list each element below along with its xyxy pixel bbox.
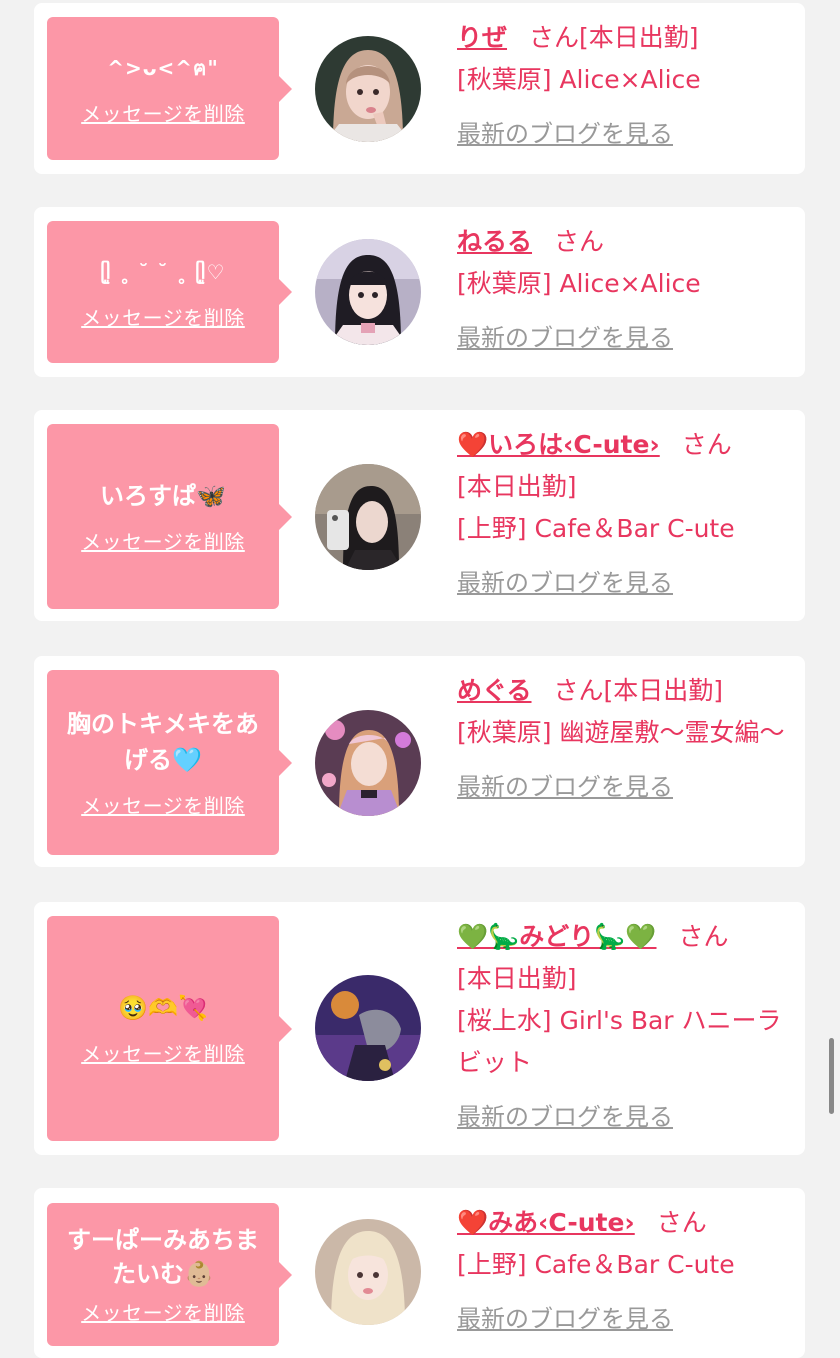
friend-name-link[interactable]: りぜ bbox=[457, 23, 507, 52]
friend-card: 胸のトキメキをあげる🩵 メッセージを削除 めぐる さん[本日出勤] [秋葉原] 幽… bbox=[34, 656, 805, 867]
work-status: [本日出勤] bbox=[603, 676, 724, 705]
avatar-photo bbox=[315, 710, 421, 816]
delete-message-link[interactable]: メッセージを削除 bbox=[81, 1297, 245, 1326]
message-bubble: いろすぱ🦋 メッセージを削除 bbox=[47, 424, 292, 609]
work-status: [本日出勤] bbox=[457, 964, 577, 993]
latest-blog-link[interactable]: 最新のブログを見る bbox=[457, 562, 673, 604]
san-label: さん bbox=[656, 1208, 707, 1237]
shop-name: [桜上水] Girl's Bar ハニーラビット bbox=[457, 1006, 782, 1077]
scrollbar[interactable] bbox=[829, 1038, 834, 1114]
shop-name: [秋葉原] Alice×Alice bbox=[457, 65, 701, 94]
friend-card: すーぱーみあちまたいむ👶🏼 メッセージを削除 ❤️みあ‹C-ute› さん [上野… bbox=[34, 1188, 805, 1358]
avatar[interactable] bbox=[315, 36, 421, 142]
friend-info: ねるる さん [秋葉原] Alice×Alice 最新のブログを見る bbox=[457, 221, 797, 359]
message-bubble: 🥹🫶💘 メッセージを削除 bbox=[47, 916, 292, 1141]
delete-message-link[interactable]: メッセージを削除 bbox=[81, 302, 245, 331]
avatar[interactable] bbox=[315, 239, 421, 345]
shop-name: [上野] Cafe＆Bar C-ute bbox=[457, 1250, 735, 1279]
san-label: さん bbox=[681, 430, 732, 459]
friend-info: めぐる さん[本日出勤] [秋葉原] 幽遊屋敷〜霊女編〜 最新のブログを見る bbox=[457, 670, 797, 808]
friend-card: 🥹🫶💘 メッセージを削除 💚🦕みどり🦕💚 さん [本日出勤] [桜上水] Girl… bbox=[34, 902, 805, 1155]
delete-message-link[interactable]: メッセージを削除 bbox=[81, 98, 245, 127]
latest-blog-link[interactable]: 最新のブログを見る bbox=[457, 1298, 673, 1340]
friend-name-link[interactable]: 💚🦕みどり🦕💚 bbox=[457, 922, 657, 951]
message-text: ᥫ͈ ˳ ˘ ˘ ˳ ᥫ͈♡ bbox=[100, 259, 226, 284]
shop-name: [秋葉原] Alice×Alice bbox=[457, 269, 701, 298]
latest-blog-link[interactable]: 最新のブログを見る bbox=[457, 1096, 673, 1138]
message-bubble: すーぱーみあちまたいむ👶🏼 メッセージを削除 bbox=[47, 1203, 292, 1346]
message-text: すーぱーみあちまたいむ👶🏼 bbox=[67, 1226, 259, 1288]
friend-info: ❤️みあ‹C-ute› さん [上野] Cafe＆Bar C-ute 最新のブログ… bbox=[457, 1202, 797, 1340]
delete-message-link[interactable]: メッセージを削除 bbox=[81, 526, 245, 555]
work-status: [本日出勤] bbox=[457, 472, 577, 501]
delete-message-link[interactable]: メッセージを削除 bbox=[81, 790, 245, 819]
shop-name: [上野] Cafe＆Bar C-ute bbox=[457, 514, 735, 543]
work-status: [本日出勤] bbox=[579, 23, 699, 52]
friend-info: ❤️いろは‹C-ute› さん [本日出勤] [上野] Cafe＆Bar C-ut… bbox=[457, 424, 797, 604]
friend-name-link[interactable]: めぐる bbox=[457, 676, 532, 705]
friend-name-link[interactable]: ねるる bbox=[457, 227, 532, 256]
friend-info: 💚🦕みどり🦕💚 さん [本日出勤] [桜上水] Girl's Bar ハニーラビッ… bbox=[457, 916, 797, 1138]
message-text: いろすぱ🦋 bbox=[100, 482, 226, 510]
san-label: さん bbox=[553, 676, 604, 705]
friend-name-link[interactable]: ❤️みあ‹C-ute› bbox=[457, 1208, 635, 1237]
avatar[interactable] bbox=[315, 1219, 421, 1325]
avatar-photo bbox=[315, 1219, 421, 1325]
avatar-photo bbox=[315, 464, 421, 570]
friend-info: りぜ さん[本日出勤] [秋葉原] Alice×Alice 最新のブログを見る bbox=[457, 17, 797, 155]
san-label: さん bbox=[554, 227, 605, 256]
friend-card: ^>ᴗ<^ฅ" メッセージを削除 りぜ さん[本日出勤] [秋葉原] Alice×… bbox=[34, 3, 805, 174]
avatar-photo bbox=[315, 239, 421, 345]
avatar[interactable] bbox=[315, 975, 421, 1081]
avatar[interactable] bbox=[315, 710, 421, 816]
message-text: ^>ᴗ<^ฅ" bbox=[107, 56, 219, 80]
latest-blog-link[interactable]: 最新のブログを見る bbox=[457, 766, 673, 808]
avatar-photo bbox=[315, 975, 421, 1081]
latest-blog-link[interactable]: 最新のブログを見る bbox=[457, 317, 673, 359]
message-bubble: ^>ᴗ<^ฅ" メッセージを削除 bbox=[47, 17, 292, 160]
message-bubble: 胸のトキメキをあげる🩵 メッセージを削除 bbox=[47, 670, 292, 855]
friend-card: いろすぱ🦋 メッセージを削除 ❤️いろは‹C-ute› さん [本日出勤] [上野… bbox=[34, 410, 805, 621]
san-label: さん bbox=[678, 922, 729, 951]
message-text: 🥹🫶💘 bbox=[118, 994, 208, 1022]
friend-name-link[interactable]: ❤️いろは‹C-ute› bbox=[457, 430, 660, 459]
message-bubble: ᥫ͈ ˳ ˘ ˘ ˳ ᥫ͈♡ メッセージを削除 bbox=[47, 221, 292, 363]
san-label: さん bbox=[529, 23, 580, 52]
message-text: 胸のトキメキをあげる🩵 bbox=[67, 710, 259, 774]
shop-name: [秋葉原] 幽遊屋敷〜霊女編〜 bbox=[457, 718, 785, 747]
avatar[interactable] bbox=[315, 464, 421, 570]
delete-message-link[interactable]: メッセージを削除 bbox=[81, 1038, 245, 1067]
friend-card: ᥫ͈ ˳ ˘ ˘ ˳ ᥫ͈♡ メッセージを削除 ねるる さん [秋葉原] Alic… bbox=[34, 207, 805, 377]
avatar-photo bbox=[315, 36, 421, 142]
latest-blog-link[interactable]: 最新のブログを見る bbox=[457, 113, 673, 155]
